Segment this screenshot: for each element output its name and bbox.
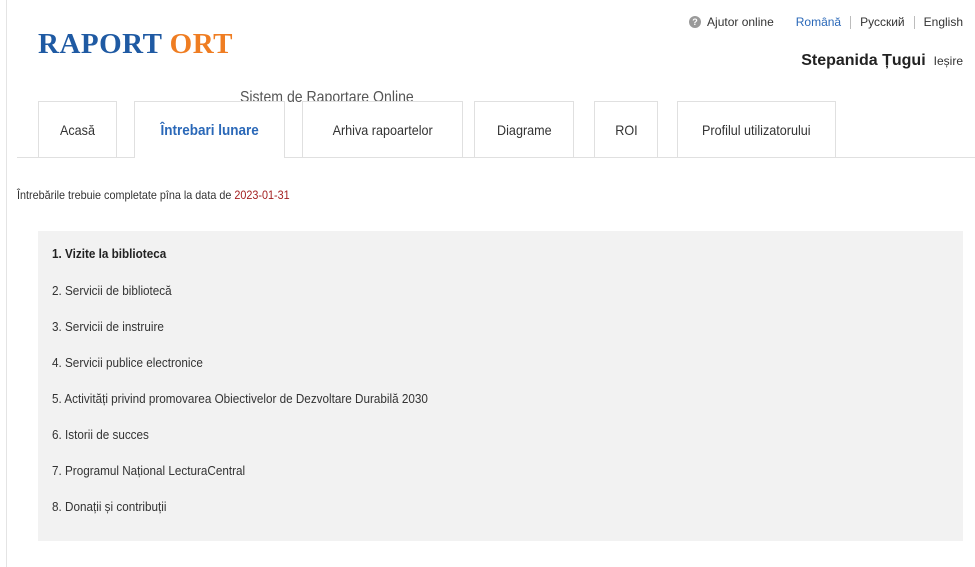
- help-link[interactable]: Ajutor online: [707, 15, 774, 29]
- question-item-3[interactable]: 3. Servicii de instruire: [52, 319, 164, 334]
- lang-separator: [850, 15, 852, 29]
- tab-label: Întrebari lunare: [160, 121, 259, 139]
- main-tabs: Acasă Întrebari lunare Arhiva rapoartelo…: [0, 101, 975, 158]
- questions-panel: 1. Vizite la biblioteca 2. Servicii de b…: [38, 231, 963, 541]
- question-icon[interactable]: ?: [689, 16, 702, 28]
- lang-russian[interactable]: Русский: [860, 15, 905, 29]
- question-item-4[interactable]: 4. Servicii publice electronice: [52, 355, 203, 370]
- question-item-2[interactable]: 2. Servicii de bibliotecă: [52, 283, 172, 298]
- tab-charts[interactable]: Diagrame: [474, 101, 574, 157]
- logo-text-raport: RAPORT: [38, 28, 162, 60]
- question-item-7[interactable]: 7. Programul Național LecturaCentral: [52, 463, 245, 478]
- tab-label: Profilul utilizatorului: [702, 121, 811, 138]
- tab-monthly-questions[interactable]: Întrebari lunare: [134, 101, 285, 158]
- deadline-date: 2023-01-31: [234, 188, 290, 202]
- deadline-notice: Întrebările trebuie completate pîna la d…: [17, 188, 290, 202]
- user-name[interactable]: Stepanida Țugui: [801, 52, 925, 70]
- lang-romanian[interactable]: Română: [796, 15, 841, 29]
- page-left-border: [6, 0, 7, 567]
- top-bar: ? Ajutor online Română Русский English: [689, 15, 963, 29]
- tab-label: ROI: [614, 121, 638, 138]
- tab-home[interactable]: Acasă: [38, 101, 117, 157]
- question-item-8[interactable]: 8. Donații și contribuții: [52, 499, 166, 514]
- tab-roi[interactable]: ROI: [594, 101, 658, 157]
- question-item-5[interactable]: 5. Activități privind promovarea Obiecti…: [52, 391, 428, 406]
- tab-reports-archive[interactable]: Arhiva rapoartelor: [302, 101, 463, 157]
- logout-link[interactable]: Ieșire: [934, 54, 963, 68]
- logo[interactable]: RAPORT ORT: [38, 30, 233, 59]
- user-area: Stepanida Țugui Ieșire: [801, 52, 963, 70]
- logo-text-ort: ORT: [169, 28, 233, 60]
- lang-english[interactable]: English: [924, 15, 963, 29]
- lang-separator: [913, 15, 915, 29]
- tab-label: Acasă: [59, 121, 96, 138]
- tab-label: Arhiva rapoartelor: [332, 121, 433, 138]
- question-item-1[interactable]: 1. Vizite la biblioteca: [52, 246, 166, 261]
- tab-user-profile[interactable]: Profilul utilizatorului: [677, 101, 836, 157]
- question-item-6[interactable]: 6. Istorii de succes: [52, 427, 149, 442]
- deadline-text: Întrebările trebuie completate pîna la d…: [17, 188, 232, 202]
- tab-label: Diagrame: [496, 121, 552, 138]
